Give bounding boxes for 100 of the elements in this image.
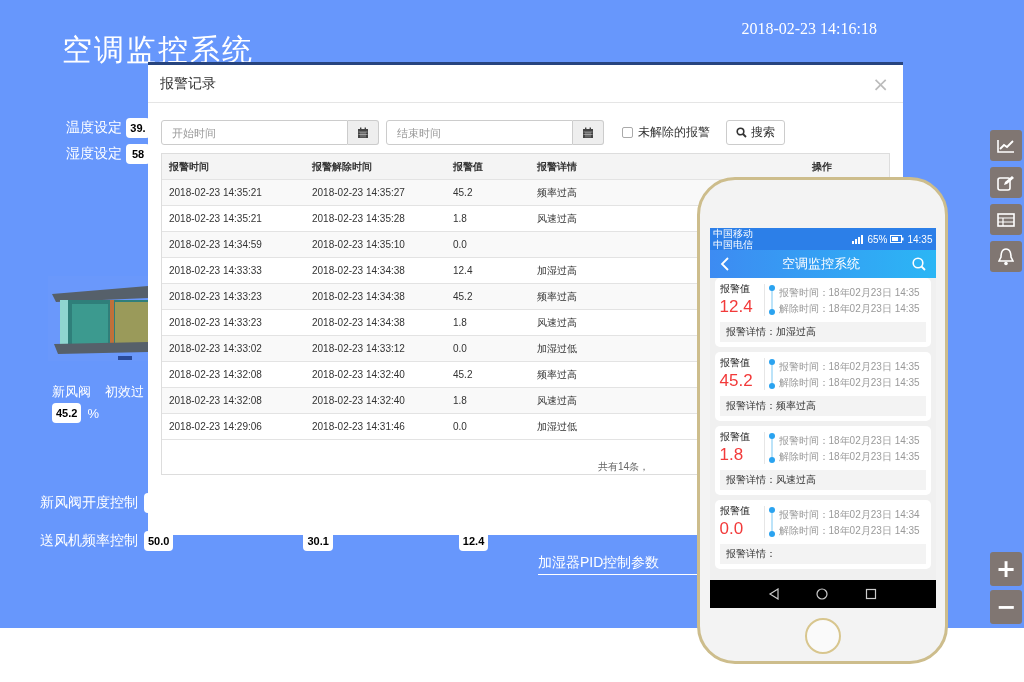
table-cell-text: 2018-02-23 14:33:23 bbox=[168, 291, 263, 302]
alarm-detail: 报警详情：加湿过高 bbox=[719, 322, 926, 342]
table-cell-text: 0.0 bbox=[452, 343, 468, 354]
chart-button[interactable] bbox=[990, 130, 1022, 161]
date-time: 2018-02-23 14:16:18 bbox=[741, 20, 877, 38]
input-field[interactable]: 39. bbox=[126, 118, 150, 138]
input-field[interactable]: 45.2 bbox=[52, 403, 82, 423]
table-cell-text: 加湿过高 bbox=[536, 263, 577, 278]
alarm-value: 0.0 bbox=[719, 518, 745, 540]
table-cell-text: 频率过高 bbox=[536, 367, 577, 382]
table-cell-text: 45.2 bbox=[452, 187, 474, 198]
line-chart-icon bbox=[997, 138, 1015, 153]
alarm-time: 报警时间：18年02月23日 14:35 bbox=[778, 286, 920, 298]
alarm-detail: 报警详情：风速过高 bbox=[719, 470, 926, 490]
table-button[interactable] bbox=[990, 204, 1022, 235]
clear-time: 解除时间：18年02月23日 14:35 bbox=[778, 302, 920, 314]
table-cell-text: 频率过高 bbox=[536, 185, 577, 200]
table-cell-text: 2018-02-23 14:33:12 bbox=[311, 343, 406, 354]
column-header: 报警解除时间 bbox=[311, 159, 373, 174]
checkbox[interactable] bbox=[622, 127, 633, 138]
end-time-field[interactable]: 结束时间 bbox=[386, 120, 573, 145]
table-cell-text: 2018-02-23 14:32:08 bbox=[168, 395, 263, 406]
calendar-icon bbox=[357, 126, 369, 139]
column-header: 报警值 bbox=[452, 159, 484, 174]
table-cell-text: 加湿过低 bbox=[536, 419, 577, 434]
setting-label: 湿度设定 bbox=[66, 145, 122, 163]
value-label: 报警值 bbox=[719, 504, 751, 518]
table-cell-text: 2018-02-23 14:33:02 bbox=[168, 343, 263, 354]
table-cell-text: 风速过高 bbox=[536, 211, 577, 226]
table-cell-text: 12.4 bbox=[452, 265, 474, 276]
battery-icon bbox=[890, 235, 905, 243]
alarm-value: 1.8 bbox=[719, 444, 745, 466]
zoom-in-button[interactable]: + bbox=[990, 552, 1022, 586]
dialog-title: 报警记录 bbox=[160, 74, 216, 93]
table-cell-text: 2018-02-23 14:35:27 bbox=[311, 187, 406, 198]
table-cell-text: 1.8 bbox=[452, 213, 468, 224]
recent-apps-icon[interactable] bbox=[865, 588, 878, 600]
alarm-time: 报警时间：18年02月23日 14:35 bbox=[778, 434, 920, 446]
alarm-time: 报警时间：18年02月23日 14:34 bbox=[778, 508, 920, 520]
home-icon[interactable] bbox=[816, 588, 829, 600]
alarm-detail: 报警详情：频率过高 bbox=[719, 396, 926, 416]
timeline-drawing bbox=[763, 358, 776, 390]
table-cell-text: 2018-02-23 14:34:38 bbox=[311, 317, 406, 328]
alarm-card[interactable]: 报警值 1.8 报警时间：18年02月23日 14:35 解除时间：18年02月23日 14:35 报警详情：风速过高 bbox=[714, 426, 931, 495]
column-header: 操作 bbox=[811, 159, 832, 174]
alarm-value: 45.2 bbox=[719, 370, 754, 392]
calendar-button[interactable] bbox=[573, 120, 604, 145]
table-cell-text: 1.8 bbox=[452, 317, 468, 328]
input-field[interactable]: 58 bbox=[126, 144, 150, 164]
search-icon[interactable] bbox=[911, 257, 926, 271]
checkbox-label: 未解除的报警 bbox=[638, 124, 710, 141]
column-header: 报警详情 bbox=[536, 159, 578, 174]
carrier-name: 中国电信 bbox=[712, 239, 753, 250]
signal-icon bbox=[852, 234, 865, 244]
calendar-button[interactable] bbox=[348, 120, 379, 145]
value-label: 报警值 bbox=[719, 430, 751, 444]
control-label: 新风阀开度控制 bbox=[40, 494, 138, 512]
table-cell-text: 2018-02-23 14:32:40 bbox=[311, 395, 406, 406]
table-icon bbox=[997, 212, 1015, 227]
edit-icon bbox=[997, 174, 1015, 191]
table-cell-text: 风速过高 bbox=[536, 315, 577, 330]
timeline-drawing bbox=[763, 506, 776, 538]
table-cell-text: 2018-02-23 14:34:38 bbox=[311, 265, 406, 276]
control-label: 送风机频率控制 bbox=[40, 532, 138, 550]
timeline-drawing bbox=[763, 284, 776, 316]
alarm-card[interactable]: 报警值 45.2 报警时间：18年02月23日 14:35 解除时间：18年02月23日 14:35 报警详情：频率过高 bbox=[714, 352, 931, 421]
table-cell-text: 0.0 bbox=[452, 421, 468, 432]
clear-time: 解除时间：18年02月23日 14:35 bbox=[778, 524, 920, 536]
search-icon bbox=[736, 127, 747, 138]
alarm-time: 报警时间：18年02月23日 14:35 bbox=[778, 360, 920, 372]
table-cell-text: 2018-02-23 14:31:46 bbox=[311, 421, 406, 432]
clear-time: 解除时间：18年02月23日 14:35 bbox=[778, 376, 920, 388]
table-cell-text: 2018-02-23 14:34:59 bbox=[168, 239, 263, 250]
battery-percent: 65% bbox=[867, 233, 888, 245]
alarm-card[interactable]: 报警值 0.0 报警时间：18年02月23日 14:34 解除时间：18年02月23日 14:35 报警详情： bbox=[714, 500, 931, 569]
table-cell-text: 2018-02-23 14:35:21 bbox=[168, 213, 263, 224]
table-cell-text: 2018-02-23 14:35:10 bbox=[311, 239, 406, 250]
calendar-icon bbox=[582, 126, 594, 139]
carrier-name: 中国移动 bbox=[712, 228, 753, 239]
column-header: 报警时间 bbox=[168, 159, 210, 174]
table-cell-text: 2018-02-23 14:34:38 bbox=[311, 291, 406, 302]
back-icon[interactable] bbox=[767, 588, 780, 600]
bell-button[interactable] bbox=[990, 241, 1022, 272]
zoom-out-button[interactable]: − bbox=[990, 590, 1022, 624]
page-title: 空调监控系统 bbox=[62, 34, 254, 66]
clear-time: 解除时间：18年02月23日 14:35 bbox=[778, 450, 920, 462]
edit-button[interactable] bbox=[990, 167, 1022, 198]
bell-icon bbox=[998, 247, 1014, 266]
alarm-card[interactable]: 报警值 12.4 报警时间：18年02月23日 14:35 解除时间：18年02月23日 14:35 报警详情：加湿过高 bbox=[714, 278, 931, 347]
table-cell-text: 45.2 bbox=[452, 369, 474, 380]
table-cell-text: 2018-02-23 14:29:06 bbox=[168, 421, 263, 432]
table-cell-text: 0.0 bbox=[452, 239, 468, 250]
value-label: 报警值 bbox=[719, 282, 751, 296]
table-cell-text: 45.2 bbox=[452, 291, 474, 302]
start-time-field[interactable]: 开始时间 bbox=[161, 120, 348, 145]
table-cell-text: 2018-02-23 14:33:23 bbox=[168, 317, 263, 328]
setting-label: 温度设定 bbox=[66, 119, 122, 137]
table-cell-text: 2018-02-23 14:35:21 bbox=[168, 187, 263, 198]
unit-label: % bbox=[87, 405, 99, 421]
search-button[interactable]: 搜索 bbox=[726, 120, 785, 145]
